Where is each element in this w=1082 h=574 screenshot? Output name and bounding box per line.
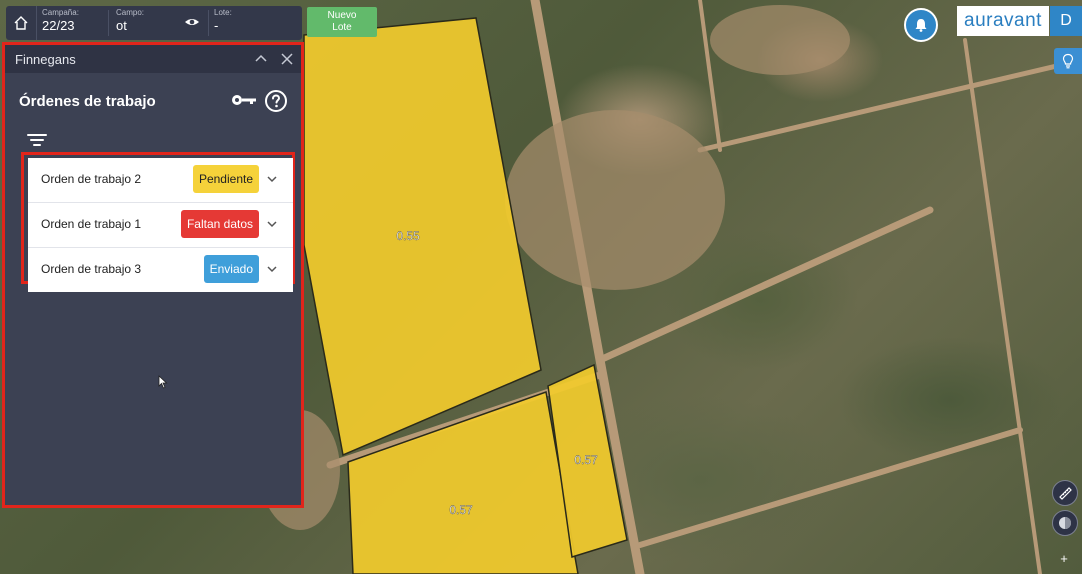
road-top	[698, 0, 722, 152]
new-lot-label-line2: Lote	[332, 22, 352, 33]
key-icon[interactable]	[231, 93, 257, 107]
brand-logo: auravant	[957, 6, 1049, 36]
chevron-down-icon[interactable]	[266, 263, 278, 275]
close-icon[interactable]	[279, 51, 295, 67]
field-value: ot	[116, 18, 127, 33]
measure-button[interactable]	[1052, 480, 1078, 506]
clearing-area	[710, 5, 850, 75]
page-title: Órdenes de trabajo	[19, 93, 156, 110]
road-upper	[697, 57, 1082, 153]
status-badge: Enviado	[203, 255, 259, 283]
work-orders-list: Orden de trabajo 2 Pendiente Orden de tr…	[21, 152, 295, 292]
road-lower	[637, 427, 1023, 548]
campaign-selector[interactable]: Campaña: 22/23	[42, 8, 79, 33]
user-avatar[interactable]: D	[1050, 6, 1082, 36]
bell-icon	[915, 19, 927, 32]
panel-title-row: Órdenes de trabajo	[5, 73, 301, 129]
chevron-up-icon[interactable]	[253, 51, 269, 67]
chevron-down-icon[interactable]	[266, 218, 278, 230]
eye-icon[interactable]	[184, 14, 200, 30]
finnegans-panel: Finnegans Órdenes de trabajo Orden de tr…	[2, 42, 304, 508]
work-orders-list-body: Orden de trabajo 2 Pendiente Orden de tr…	[28, 158, 293, 292]
layer-toggle-icon	[1059, 517, 1071, 529]
divider	[108, 10, 109, 36]
help-icon[interactable]	[264, 89, 288, 113]
zoom-in-button[interactable]: +	[1052, 546, 1076, 570]
context-bar: Campaña: 22/23 Campo: ot Lote: -	[6, 6, 302, 40]
filter-icon[interactable]	[27, 133, 47, 147]
lot-label: Lote:	[214, 8, 232, 17]
work-order-name: Orden de trabajo 3	[41, 262, 142, 276]
new-lot-label-line1: Nuevo	[327, 10, 357, 21]
work-order-name: Orden de trabajo 2	[41, 172, 142, 186]
ruler-icon	[1059, 487, 1072, 500]
field-label: Campo:	[116, 8, 145, 17]
campaign-label: Campaña:	[42, 8, 79, 17]
clearing-area	[505, 110, 725, 290]
divider	[208, 10, 209, 36]
plot-label: 0.55	[396, 229, 420, 243]
panel-header: Finnegans	[5, 45, 301, 73]
chevron-down-icon[interactable]	[266, 173, 278, 185]
home-button[interactable]	[6, 6, 37, 40]
list-item[interactable]: Orden de trabajo 3 Enviado	[28, 248, 293, 292]
plot-polygon[interactable]	[303, 17, 542, 457]
lot-selector[interactable]: Lote: -	[214, 8, 232, 33]
lot-value: -	[214, 18, 219, 33]
status-badge: Pendiente	[192, 165, 259, 193]
status-badge: Faltan datos	[180, 210, 259, 238]
list-item[interactable]: Orden de trabajo 2 Pendiente	[28, 158, 293, 203]
notifications-button[interactable]	[904, 8, 938, 42]
panel-header-title: Finnegans	[15, 51, 76, 67]
layers-toggle-button[interactable]	[1052, 510, 1078, 536]
lightbulb-icon	[1062, 53, 1074, 69]
new-lot-button[interactable]: Nuevo Lote	[307, 7, 377, 37]
mouse-pointer-icon	[158, 375, 168, 389]
tips-button[interactable]	[1054, 48, 1082, 74]
road-right	[963, 38, 1042, 574]
plot-label: 0.57	[574, 453, 598, 467]
list-item[interactable]: Orden de trabajo 1 Faltan datos	[28, 203, 293, 248]
plot-label: 0.57	[449, 503, 473, 517]
campaign-value: 22/23	[42, 18, 75, 33]
work-order-name: Orden de trabajo 1	[41, 217, 142, 231]
field-selector[interactable]: Campo: ot	[116, 8, 144, 33]
plus-icon: +	[1060, 550, 1068, 566]
home-icon	[14, 16, 28, 30]
